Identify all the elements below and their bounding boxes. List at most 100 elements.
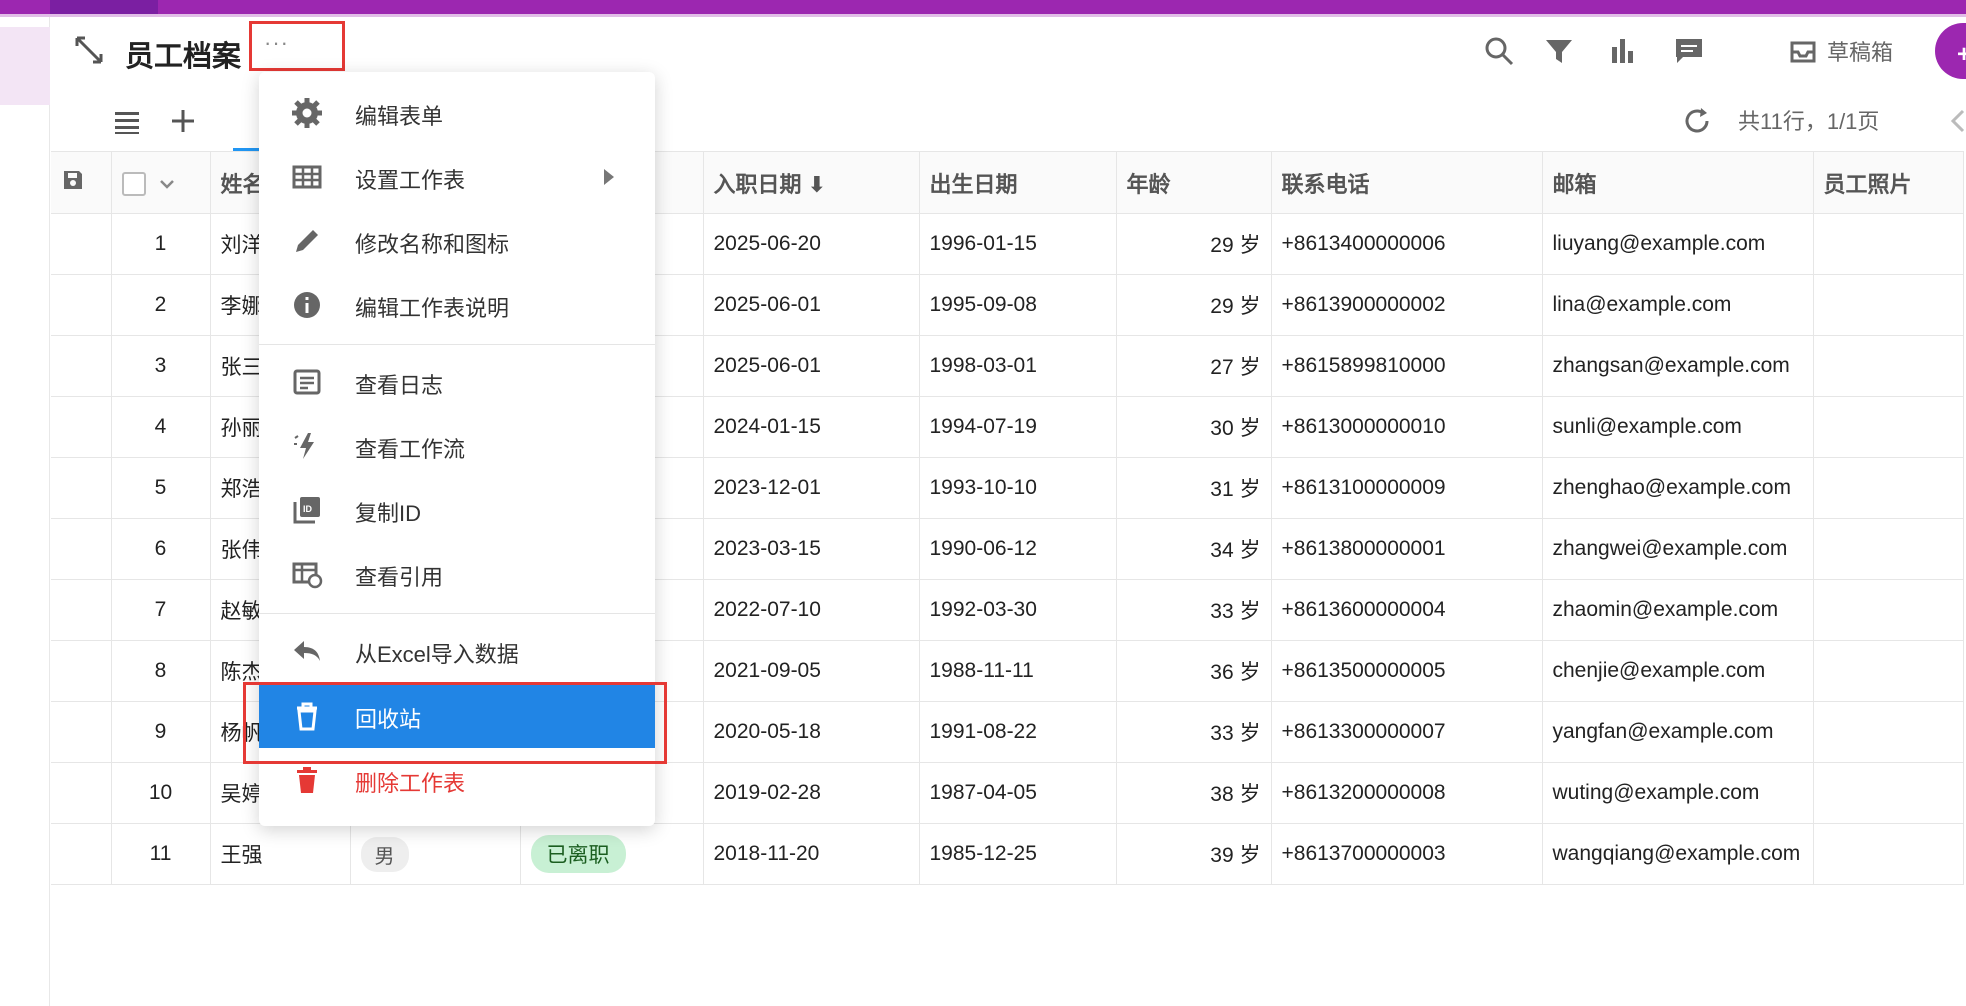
cell-phone[interactable]: +8613100000009 [1271, 457, 1543, 519]
cell-hire-date[interactable]: 2023-12-01 [703, 457, 920, 519]
row-number[interactable]: 8 [111, 640, 211, 702]
refresh-icon[interactable] [1681, 105, 1713, 137]
cell-email[interactable]: yangfan@example.com [1542, 701, 1814, 763]
cell-hire-date[interactable]: 2023-03-15 [703, 518, 920, 580]
cell-email[interactable]: sunli@example.com [1542, 396, 1814, 458]
cell-hire-date[interactable]: 2020-05-18 [703, 701, 920, 763]
cell-age[interactable]: 33 岁 [1116, 579, 1272, 641]
row-number[interactable]: 7 [111, 579, 211, 641]
cell-age[interactable]: 38 岁 [1116, 762, 1272, 824]
cell-photo[interactable] [1813, 335, 1964, 397]
cell-email[interactable]: zhangwei@example.com [1542, 518, 1814, 580]
row-number[interactable]: 5 [111, 457, 211, 519]
view-list-icon[interactable] [111, 105, 143, 137]
save-column-header[interactable] [51, 151, 112, 214]
cell-empty[interactable] [51, 701, 112, 763]
cell-photo[interactable] [1813, 579, 1964, 641]
column-header-photo[interactable]: 员工照片 [1813, 151, 1964, 214]
cell-photo[interactable] [1813, 640, 1964, 702]
cell-birth-date[interactable]: 1993-10-10 [919, 457, 1117, 519]
menu-item-rename[interactable]: 修改名称和图标 [259, 209, 655, 273]
cell-phone[interactable]: +8613300000007 [1271, 701, 1543, 763]
menu-item-view-log[interactable]: 查看日志 [259, 350, 655, 414]
cell-age[interactable]: 30 岁 [1116, 396, 1272, 458]
menu-item-copy-id[interactable]: ID 复制ID [259, 478, 655, 542]
cell-birth-date[interactable]: 1995-09-08 [919, 274, 1117, 336]
cell-photo[interactable] [1813, 457, 1964, 519]
cell-empty[interactable] [51, 518, 112, 580]
cell-empty[interactable] [51, 457, 112, 519]
cell-empty[interactable] [51, 213, 112, 275]
cell-phone[interactable]: +8613000000010 [1271, 396, 1543, 458]
cell-empty[interactable] [51, 579, 112, 641]
add-view-icon[interactable] [167, 105, 199, 137]
row-number[interactable]: 3 [111, 335, 211, 397]
column-header-age[interactable]: 年龄 [1116, 151, 1272, 214]
select-all-checkbox[interactable] [121, 171, 146, 196]
comment-icon[interactable] [1673, 35, 1705, 67]
cell-photo[interactable] [1813, 518, 1964, 580]
cell-birth-date[interactable]: 1992-03-30 [919, 579, 1117, 641]
row-number[interactable]: 2 [111, 274, 211, 336]
cell-age[interactable]: 27 岁 [1116, 335, 1272, 397]
chart-icon[interactable] [1607, 35, 1639, 67]
chevron-down-icon[interactable] [158, 175, 176, 193]
cell-age[interactable]: 33 岁 [1116, 701, 1272, 763]
cell-birth-date[interactable]: 1990-06-12 [919, 518, 1117, 580]
menu-item-view-workflow[interactable]: 查看工作流 [259, 414, 655, 478]
cell-phone[interactable]: +8615899810000 [1271, 335, 1543, 397]
cell-email[interactable]: chenjie@example.com [1542, 640, 1814, 702]
menu-item-edit-description[interactable]: 编辑工作表说明 [259, 273, 655, 337]
cell-phone[interactable]: +8613500000005 [1271, 640, 1543, 702]
cell-hire-date[interactable]: 2025-06-01 [703, 274, 920, 336]
more-options-button[interactable]: ··· [249, 21, 345, 71]
cell-empty[interactable] [51, 335, 112, 397]
cell-empty[interactable] [51, 762, 112, 824]
cell-age[interactable]: 39 岁 [1116, 823, 1272, 885]
top-bar-tab[interactable] [50, 0, 158, 14]
cell-photo[interactable] [1813, 701, 1964, 763]
cell-birth-date[interactable]: 1994-07-19 [919, 396, 1117, 458]
cell-hire-date[interactable]: 2018-11-20 [703, 823, 920, 885]
menu-item-edit-form[interactable]: 编辑表单 [259, 81, 655, 145]
cell-age[interactable]: 29 岁 [1116, 274, 1272, 336]
select-all-header[interactable] [111, 151, 211, 214]
sidebar-active-item[interactable] [0, 27, 50, 105]
cell-birth-date[interactable]: 1996-01-15 [919, 213, 1117, 275]
row-number[interactable]: 4 [111, 396, 211, 458]
cell-age[interactable]: 29 岁 [1116, 213, 1272, 275]
cell-email[interactable]: zhaomin@example.com [1542, 579, 1814, 641]
table-row[interactable]: 11 王强男 已离职 2018-11-20 1985-12-25 39 岁 +8613700… [51, 823, 1964, 885]
add-record-button[interactable]: + 记 [1935, 23, 1966, 79]
cell-photo[interactable] [1813, 213, 1964, 275]
cell-empty[interactable] [51, 640, 112, 702]
cell-phone[interactable]: +8613200000008 [1271, 762, 1543, 824]
expand-icon[interactable] [73, 34, 105, 66]
cell-age[interactable]: 34 岁 [1116, 518, 1272, 580]
row-number[interactable]: 11 [111, 823, 211, 885]
cell-gender[interactable]: 男 [350, 823, 521, 885]
row-number[interactable]: 10 [111, 762, 211, 824]
cell-empty[interactable] [51, 823, 112, 885]
cell-photo[interactable] [1813, 762, 1964, 824]
drafts-button[interactable]: 草稿箱 [1789, 33, 1893, 69]
cell-birth-date[interactable]: 1991-08-22 [919, 701, 1117, 763]
prev-page-icon[interactable] [1943, 105, 1966, 137]
cell-phone[interactable]: +8613400000006 [1271, 213, 1543, 275]
save-icon[interactable] [61, 168, 85, 192]
cell-empty[interactable] [51, 274, 112, 336]
cell-birth-date[interactable]: 1985-12-25 [919, 823, 1117, 885]
row-number[interactable]: 6 [111, 518, 211, 580]
cell-age[interactable]: 31 岁 [1116, 457, 1272, 519]
cell-hire-date[interactable]: 2022-07-10 [703, 579, 920, 641]
cell-phone[interactable]: +8613900000002 [1271, 274, 1543, 336]
cell-birth-date[interactable]: 1987-04-05 [919, 762, 1117, 824]
cell-hire-date[interactable]: 2021-09-05 [703, 640, 920, 702]
column-header-birth-date[interactable]: 出生日期 [919, 151, 1117, 214]
cell-birth-date[interactable]: 1988-11-11 [919, 640, 1117, 702]
search-icon[interactable] [1483, 35, 1515, 67]
menu-item-import-excel[interactable]: 从Excel导入数据 [259, 619, 655, 683]
column-header-email[interactable]: 邮箱 [1542, 151, 1814, 214]
row-number[interactable]: 9 [111, 701, 211, 763]
cell-photo[interactable] [1813, 823, 1964, 885]
